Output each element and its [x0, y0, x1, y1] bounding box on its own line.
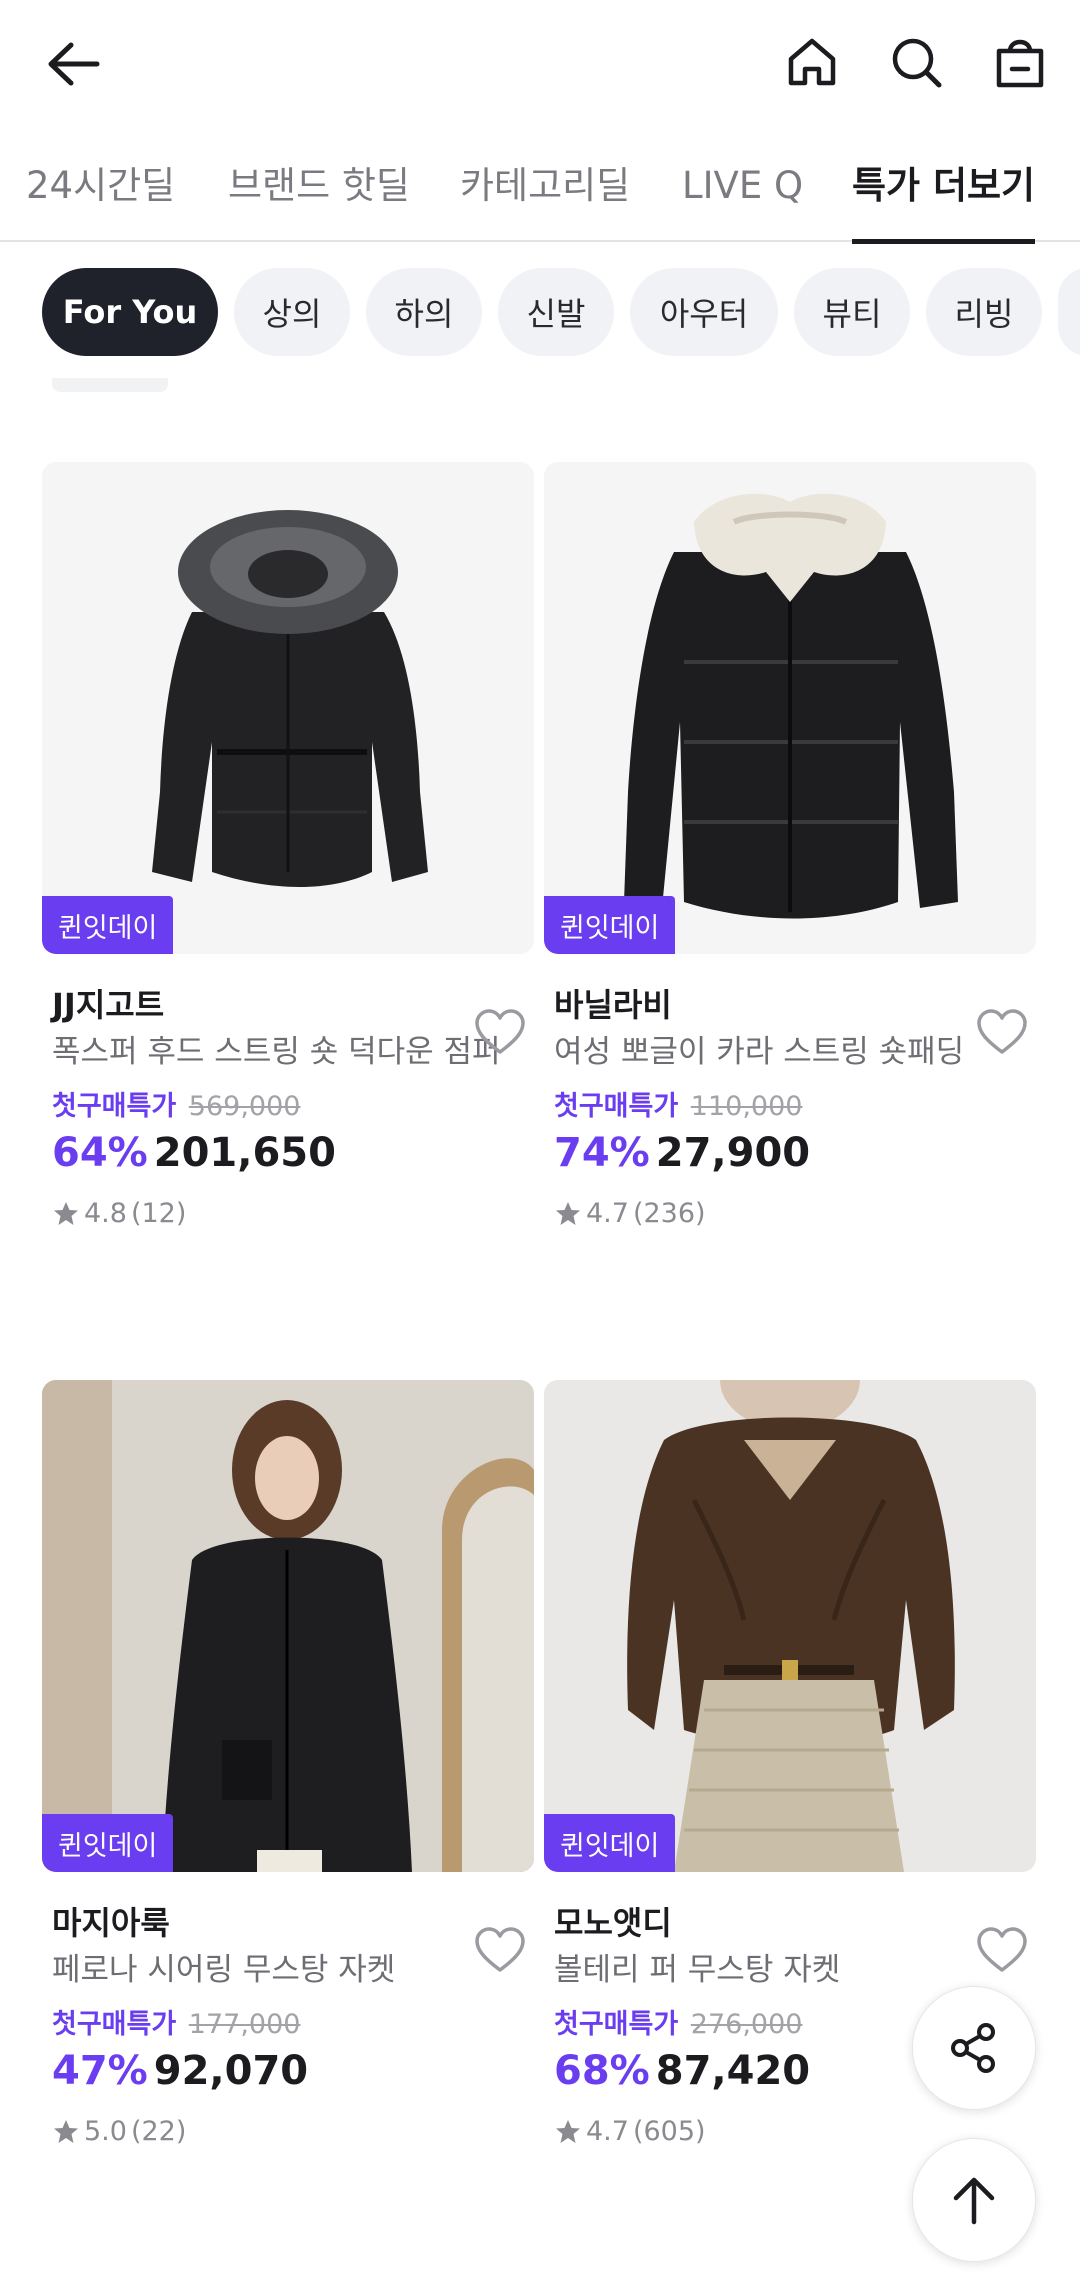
star-icon [54, 1202, 78, 1225]
discount-rate: 68% [554, 2048, 650, 2094]
model-in-black-shearling-jacket-image [42, 1380, 534, 1872]
promo-badge: 퀸잇데이 [42, 896, 174, 954]
chip-beauty[interactable]: 뷰티 [794, 268, 910, 356]
rating-value: 5.0 [84, 2116, 127, 2147]
original-price: 569,000 [188, 1091, 301, 1122]
tab-category-deal[interactable]: 카테고리딜 [460, 160, 630, 232]
promo-badge: 퀸잇데이 [42, 1814, 174, 1872]
black-fur-hood-puffer-jacket-image [42, 462, 534, 954]
star-icon [54, 2120, 78, 2143]
price-label: 첫구매특가 [52, 1091, 177, 1122]
brand-name: 모노앳디 [554, 1904, 672, 1942]
rating-value: 4.7 [586, 1198, 629, 1229]
discount-rate: 64% [52, 1130, 148, 1176]
discount-rate: 74% [554, 1130, 650, 1176]
arrow-left-icon [48, 42, 100, 86]
brand-name: JJ지고트 [52, 986, 165, 1024]
cart-button[interactable] [990, 32, 1050, 92]
heart-icon[interactable] [474, 1926, 526, 1974]
chip-for-you[interactable]: For You [42, 268, 218, 356]
home-icon [788, 38, 836, 86]
review-count: (12) [130, 1198, 187, 1229]
chip-living[interactable]: 리빙 [926, 268, 1042, 356]
promo-badge: 퀸잇데이 [544, 1814, 676, 1872]
promo-badge: 퀸잇데이 [544, 896, 676, 954]
arrow-up-icon [953, 2177, 995, 2225]
rating-value: 4.7 [586, 2116, 629, 2147]
chip-outer[interactable]: 아우터 [630, 268, 778, 356]
price-label: 첫구매특가 [554, 2009, 679, 2040]
tab-brand-hot-deal[interactable]: 브랜드 핫딜 [228, 160, 410, 232]
tab-24h-deal[interactable]: 24시간딜 [26, 160, 175, 232]
price-label: 첫구매특가 [52, 2009, 177, 2040]
review-count: (22) [130, 2116, 187, 2147]
divider [52, 378, 168, 392]
chip-bottoms[interactable]: 하의 [366, 268, 482, 356]
review-count: (605) [632, 2116, 706, 2147]
price-label: 첫구매특가 [554, 1091, 679, 1122]
brand-name: 마지아룩 [52, 1904, 170, 1942]
search-icon [892, 38, 942, 88]
discount-rate: 47% [52, 2048, 148, 2094]
product-card[interactable]: 퀸잇데이 바닐라비 여성 뽀글이 카라 스트링 숏패딩 첫구매특가 110,00… [544, 462, 1036, 1234]
home-button[interactable] [782, 32, 842, 92]
product-card[interactable]: 퀸잇데이 JJ지고트 폭스퍼 후드 스트링 숏 덕다운 점퍼 첫구매특가 569… [42, 462, 534, 1234]
sale-price: 92,070 [153, 2048, 309, 2094]
tab-more-deals[interactable]: 특가 더보기 [852, 160, 1036, 244]
review-count: (236) [632, 1198, 706, 1229]
black-puffer-with-fleece-collar-image [544, 462, 1036, 954]
product-name: 볼테리 퍼 무스탕 자켓 [554, 1952, 841, 1988]
heart-icon[interactable] [976, 1008, 1028, 1056]
search-button[interactable] [886, 32, 946, 92]
category-chips: For You 상의 하의 신발 아우터 뷰티 리빙 [0, 268, 1080, 358]
deal-tabs: 24시간딜 브랜드 핫딜 카테고리딜 LIVE Q 특가 더보기 [0, 150, 1080, 244]
model-in-brown-fur-jacket-image [544, 1380, 1036, 1872]
back-button[interactable] [40, 36, 106, 92]
share-icon [951, 2023, 995, 2073]
shopping-bag-icon [996, 39, 1044, 88]
product-image[interactable]: 퀸잇데이 [544, 462, 1036, 954]
tab-live-q[interactable]: LIVE Q [682, 160, 803, 232]
chip-tops[interactable]: 상의 [234, 268, 350, 356]
heart-icon[interactable] [976, 1926, 1028, 1974]
chip-next[interactable] [1058, 268, 1080, 356]
sale-price: 27,900 [655, 1130, 811, 1176]
original-price: 177,000 [188, 2009, 301, 2040]
product-image[interactable]: 퀸잇데이 [544, 1380, 1036, 1872]
scroll-top-button[interactable] [912, 2138, 1036, 2262]
share-button[interactable] [912, 1986, 1036, 2110]
product-image[interactable]: 퀸잇데이 [42, 462, 534, 954]
sale-price: 201,650 [153, 1130, 336, 1176]
sale-price: 87,420 [655, 2048, 811, 2094]
original-price: 110,000 [690, 1091, 803, 1122]
product-card[interactable]: 퀸잇데이 마지아룩 페로나 시어링 무스탕 자켓 첫구매특가 177,000 4… [42, 1380, 534, 2152]
star-icon [556, 2120, 580, 2143]
heart-icon[interactable] [474, 1008, 526, 1056]
product-name: 폭스퍼 후드 스트링 숏 덕다운 점퍼 [52, 1034, 501, 1070]
rating-value: 4.8 [84, 1198, 127, 1229]
chip-shoes[interactable]: 신발 [498, 268, 614, 356]
original-price: 276,000 [690, 2009, 803, 2040]
top-bar [0, 0, 1080, 128]
product-name: 여성 뽀글이 카라 스트링 숏패딩 [554, 1034, 965, 1070]
brand-name: 바닐라비 [554, 986, 672, 1024]
star-icon [556, 1202, 580, 1225]
product-name: 페로나 시어링 무스탕 자켓 [52, 1952, 396, 1988]
product-image[interactable]: 퀸잇데이 [42, 1380, 534, 1872]
